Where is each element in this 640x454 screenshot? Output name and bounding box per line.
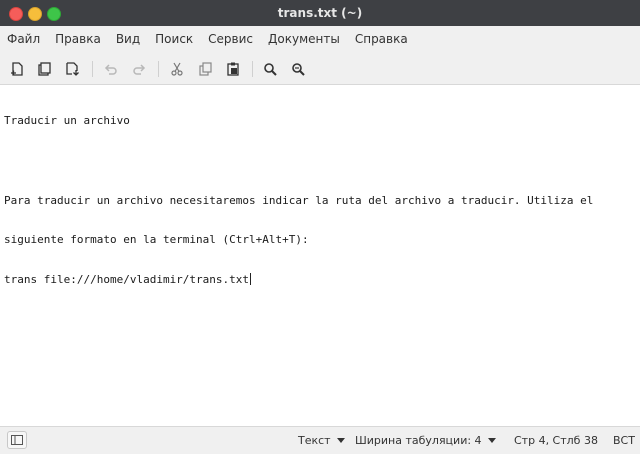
side-panel-toggle-button[interactable] xyxy=(7,431,27,449)
menu-view[interactable]: Вид xyxy=(111,26,145,53)
menu-documents[interactable]: Документы xyxy=(263,26,345,53)
maximize-window-button[interactable] xyxy=(47,7,61,21)
chevron-down-icon xyxy=(336,438,345,443)
editor-line: siguiente formato en la terminal (Ctrl+A… xyxy=(4,233,309,247)
editor-line: Para traducir un archivo necesitaremos i… xyxy=(4,193,594,207)
new-document-icon[interactable] xyxy=(8,60,26,78)
insert-mode-indicator: ВСТ xyxy=(613,434,635,447)
toolbar xyxy=(0,53,640,85)
editor-line-current: trans file:///home/vladimir/trans.txt xyxy=(4,272,636,286)
menu-search[interactable]: Поиск xyxy=(150,26,198,53)
close-window-button[interactable] xyxy=(9,7,23,21)
menu-bar: Файл Правка Вид Поиск Сервис Документы С… xyxy=(0,26,640,53)
status-bar: Текст Ширина табуляции: 4 Стр 4, Стлб 38… xyxy=(0,426,640,454)
paste-icon[interactable] xyxy=(224,60,242,78)
undo-icon[interactable] xyxy=(102,60,120,78)
cursor-position: Стр 4, Стлб 38 xyxy=(514,434,598,447)
chevron-down-icon xyxy=(487,438,496,443)
side-panel-icon xyxy=(11,435,23,445)
menu-help[interactable]: Справка xyxy=(350,26,413,53)
copy-icon[interactable] xyxy=(196,60,214,78)
tab-width-selector[interactable]: Ширина табуляции: 4 xyxy=(355,427,496,454)
save-document-icon[interactable] xyxy=(63,60,81,78)
menu-tools[interactable]: Сервис xyxy=(203,26,258,53)
redo-icon[interactable] xyxy=(130,60,148,78)
find-icon[interactable] xyxy=(261,60,279,78)
find-replace-icon[interactable] xyxy=(289,60,307,78)
toolbar-separator xyxy=(252,61,253,77)
minimize-window-button[interactable] xyxy=(28,7,42,21)
menu-file[interactable]: Файл xyxy=(2,26,45,53)
editor-line: Traducir un archivo xyxy=(4,114,130,128)
language-selector[interactable]: Текст xyxy=(298,427,345,454)
cut-icon[interactable] xyxy=(168,60,186,78)
toolbar-separator xyxy=(158,61,159,77)
editor-line-text: trans file:///home/vladimir/trans.txt xyxy=(4,272,250,286)
title-bar: trans.txt (~) xyxy=(0,0,640,26)
language-label: Текст xyxy=(298,434,331,447)
menu-edit[interactable]: Правка xyxy=(50,26,106,53)
tab-width-label: Ширина табуляции: 4 xyxy=(355,434,482,447)
open-document-icon[interactable] xyxy=(35,60,53,78)
text-editor[interactable]: Traducir un archivo Para traducir un arc… xyxy=(0,85,640,426)
text-caret xyxy=(250,272,252,285)
toolbar-separator xyxy=(92,61,93,77)
window-title: trans.txt (~) xyxy=(277,6,363,20)
editor-window: trans.txt (~) Файл Правка Вид Поиск Серв… xyxy=(0,0,640,454)
